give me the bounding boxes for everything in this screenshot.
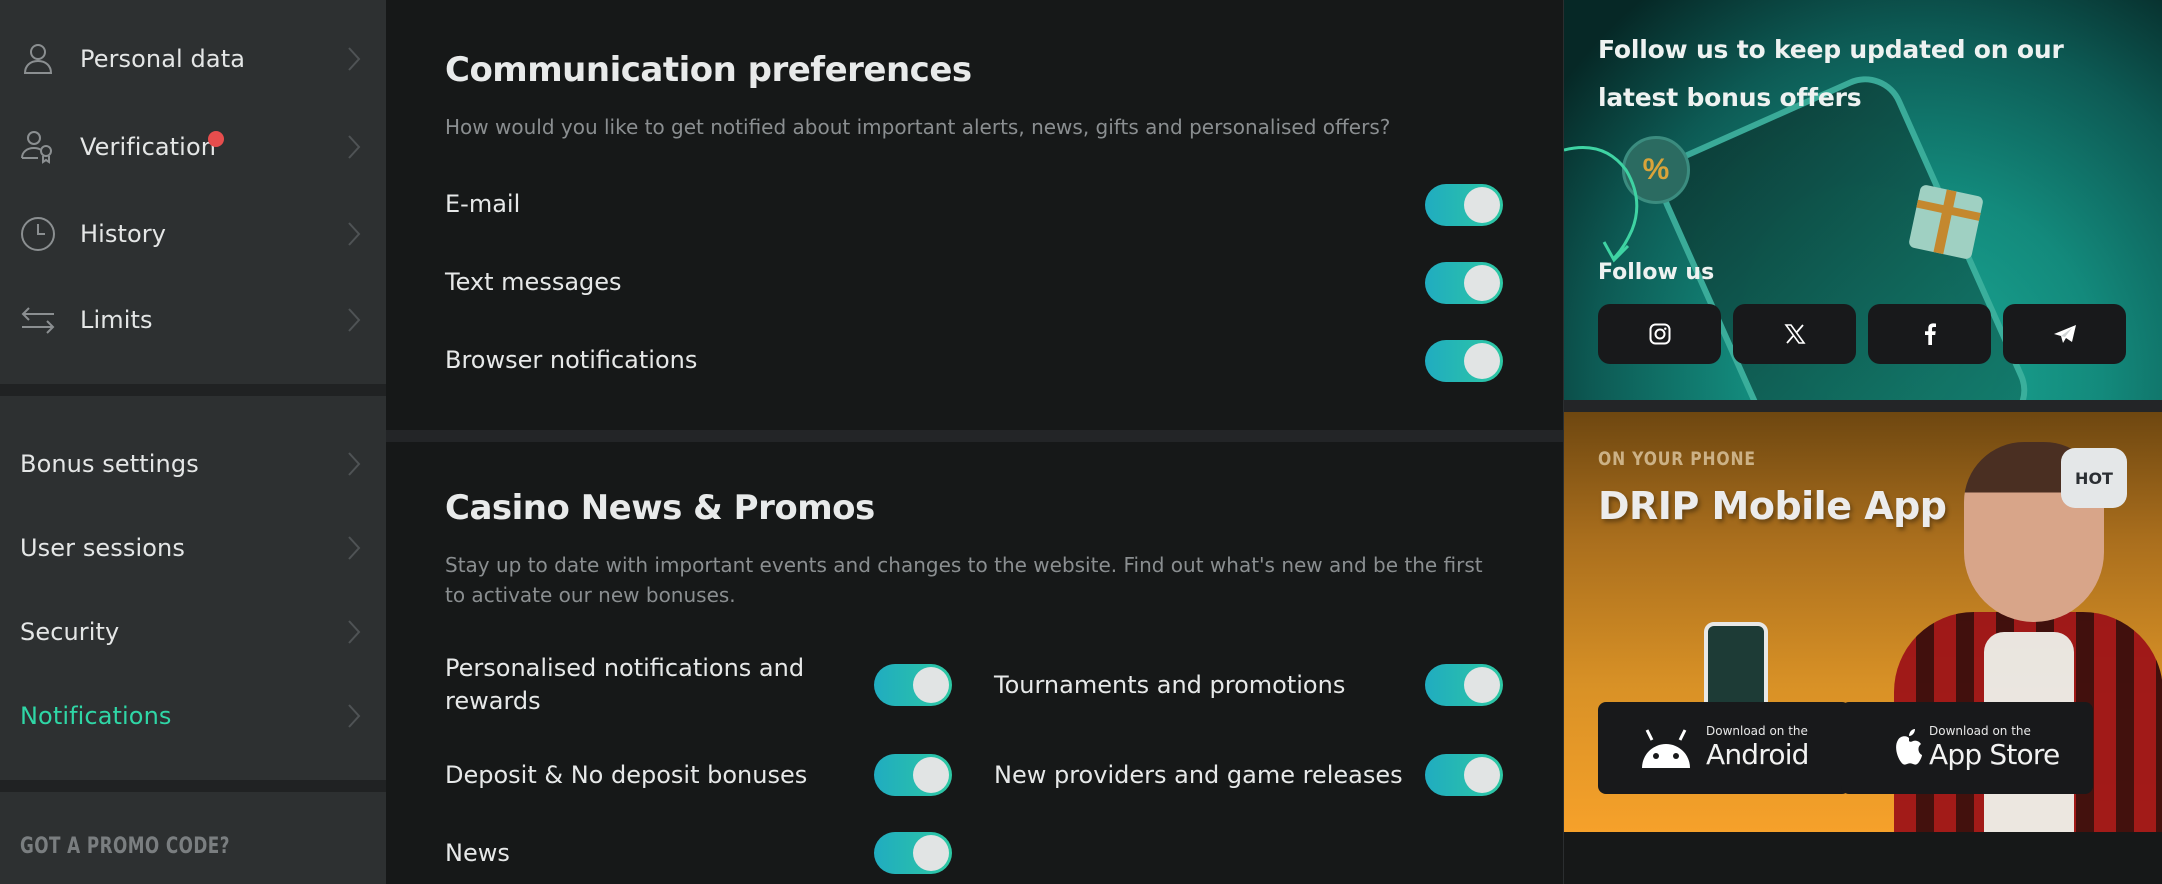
sidebar-item-label: Verification bbox=[80, 133, 217, 161]
text-messages-toggle[interactable] bbox=[1425, 262, 1503, 304]
social-banner-title: Follow us to keep updated on our latest … bbox=[1598, 35, 2064, 112]
sidebar-item-label: User sessions bbox=[20, 534, 185, 562]
pref-label-email: E-mail bbox=[445, 190, 521, 218]
facebook-button[interactable] bbox=[1868, 304, 1991, 364]
tournaments-toggle[interactable] bbox=[1425, 664, 1503, 706]
pref-label-new-providers: New providers and game releases bbox=[994, 761, 1403, 789]
pref-label-tournaments: Tournaments and promotions bbox=[994, 671, 1346, 699]
follow-us-label: Follow us bbox=[1598, 260, 1715, 285]
sidebar-item-notifications[interactable]: Notifications bbox=[0, 686, 386, 746]
user-badge-icon bbox=[18, 127, 58, 167]
section-divider bbox=[386, 430, 1563, 442]
deposit-bonuses-toggle[interactable] bbox=[874, 754, 952, 796]
toggle-knob bbox=[1464, 343, 1500, 379]
user-icon bbox=[18, 39, 58, 79]
hot-badge: HOT bbox=[2061, 448, 2127, 508]
sidebar-item-label: Bonus settings bbox=[20, 450, 199, 478]
facebook-icon bbox=[1924, 323, 1936, 345]
chevron-right-icon bbox=[348, 620, 361, 644]
sidebar-item-bonus-settings[interactable]: Bonus settings bbox=[0, 434, 386, 494]
chevron-right-icon bbox=[348, 222, 361, 246]
news-toggle[interactable] bbox=[874, 832, 952, 874]
telegram-icon bbox=[2053, 325, 2076, 343]
sidebar-item-verification[interactable]: Verification bbox=[0, 117, 386, 177]
appstore-small-text: Download on the bbox=[1929, 724, 2031, 738]
pref-label-personalised: Personalised notifications and rewards bbox=[445, 654, 805, 715]
instagram-icon bbox=[1649, 323, 1670, 345]
notifications-content: Communication preferences How would you … bbox=[386, 0, 1563, 884]
chevron-right-icon bbox=[348, 704, 361, 728]
toggle-knob bbox=[913, 667, 949, 703]
android-download-button[interactable]: Download on the Android bbox=[1598, 702, 1850, 794]
alert-dot bbox=[208, 131, 224, 147]
toggle-knob bbox=[913, 757, 949, 793]
pref-label-news: News bbox=[445, 839, 510, 867]
communication-description: How would you like to get notified about… bbox=[445, 115, 1391, 139]
x-twitter-button[interactable] bbox=[1733, 304, 1856, 364]
sidebar-group-account: Personal data Verification History Limit… bbox=[0, 0, 386, 384]
clock-icon bbox=[18, 214, 58, 254]
gift-illustration bbox=[1908, 184, 1984, 260]
sidebar-group-settings: Bonus settings User sessions Security No… bbox=[0, 396, 386, 780]
personalised-notifications-toggle[interactable] bbox=[874, 664, 952, 706]
instagram-button[interactable] bbox=[1598, 304, 1721, 364]
banner-divider bbox=[1564, 400, 2162, 412]
chevron-right-icon bbox=[348, 47, 361, 71]
app-banner-eyebrow: ON YOUR PHONE bbox=[1598, 448, 1756, 470]
casino-news-title: Casino News & Promos bbox=[445, 488, 875, 528]
android-icon bbox=[1642, 729, 1690, 768]
pref-label-deposit-bonuses: Deposit & No deposit bonuses bbox=[445, 761, 808, 789]
chevron-right-icon bbox=[348, 308, 361, 332]
browser-notifications-toggle[interactable] bbox=[1425, 340, 1503, 382]
sidebar-item-label: Personal data bbox=[80, 45, 246, 73]
appstore-big-text: App Store bbox=[1929, 738, 2060, 771]
chevron-right-icon bbox=[348, 536, 361, 560]
x-icon bbox=[1783, 324, 1806, 344]
sidebar-item-limits[interactable]: Limits bbox=[0, 290, 386, 350]
app-banner-title: DRIP Mobile App bbox=[1598, 484, 1947, 528]
arrows-swap-icon bbox=[18, 300, 58, 340]
appstore-download-button[interactable]: Download on the App Store bbox=[1841, 702, 2093, 794]
toggle-knob bbox=[1464, 667, 1500, 703]
telegram-button[interactable] bbox=[2003, 304, 2126, 364]
pref-label-text-messages: Text messages bbox=[445, 268, 622, 296]
communication-title: Communication preferences bbox=[445, 50, 972, 90]
sidebar-item-personal-data[interactable]: Personal data bbox=[0, 29, 386, 89]
chevron-right-icon bbox=[348, 452, 361, 476]
new-providers-toggle[interactable] bbox=[1425, 754, 1503, 796]
toggle-knob bbox=[1464, 757, 1500, 793]
sidebar-item-label: Limits bbox=[80, 306, 153, 334]
pref-label-browser-notifications: Browser notifications bbox=[445, 346, 698, 374]
promo-column: % Follow us to keep updated on our lates… bbox=[1563, 0, 2162, 884]
curved-arrow-icon bbox=[1564, 146, 1639, 263]
mobile-app-banner: ON YOUR PHONE DRIP Mobile App HOT Downlo… bbox=[1564, 412, 2162, 832]
sidebar-item-history[interactable]: History bbox=[0, 204, 386, 264]
toggle-knob bbox=[1464, 265, 1500, 301]
chevron-right-icon bbox=[348, 135, 361, 159]
android-small-text: Download on the bbox=[1706, 724, 1808, 738]
sidebar-item-security[interactable]: Security bbox=[0, 602, 386, 662]
toggle-knob bbox=[913, 835, 949, 871]
sidebar-item-label: History bbox=[80, 220, 167, 248]
email-toggle[interactable] bbox=[1425, 184, 1503, 226]
sidebar-item-user-sessions[interactable]: User sessions bbox=[0, 518, 386, 578]
sidebar-item-label: Notifications bbox=[20, 702, 172, 730]
promo-code-toggle[interactable]: GOT A PROMO CODE? bbox=[20, 834, 230, 859]
account-sidebar: Personal data Verification History Limit… bbox=[0, 0, 386, 884]
casino-news-description: Stay up to date with important events an… bbox=[445, 553, 1483, 607]
social-follow-banner: % Follow us to keep updated on our lates… bbox=[1564, 0, 2162, 400]
toggle-knob bbox=[1464, 187, 1500, 223]
android-big-text: Android bbox=[1706, 738, 1809, 771]
sidebar-item-label: Security bbox=[20, 618, 120, 646]
